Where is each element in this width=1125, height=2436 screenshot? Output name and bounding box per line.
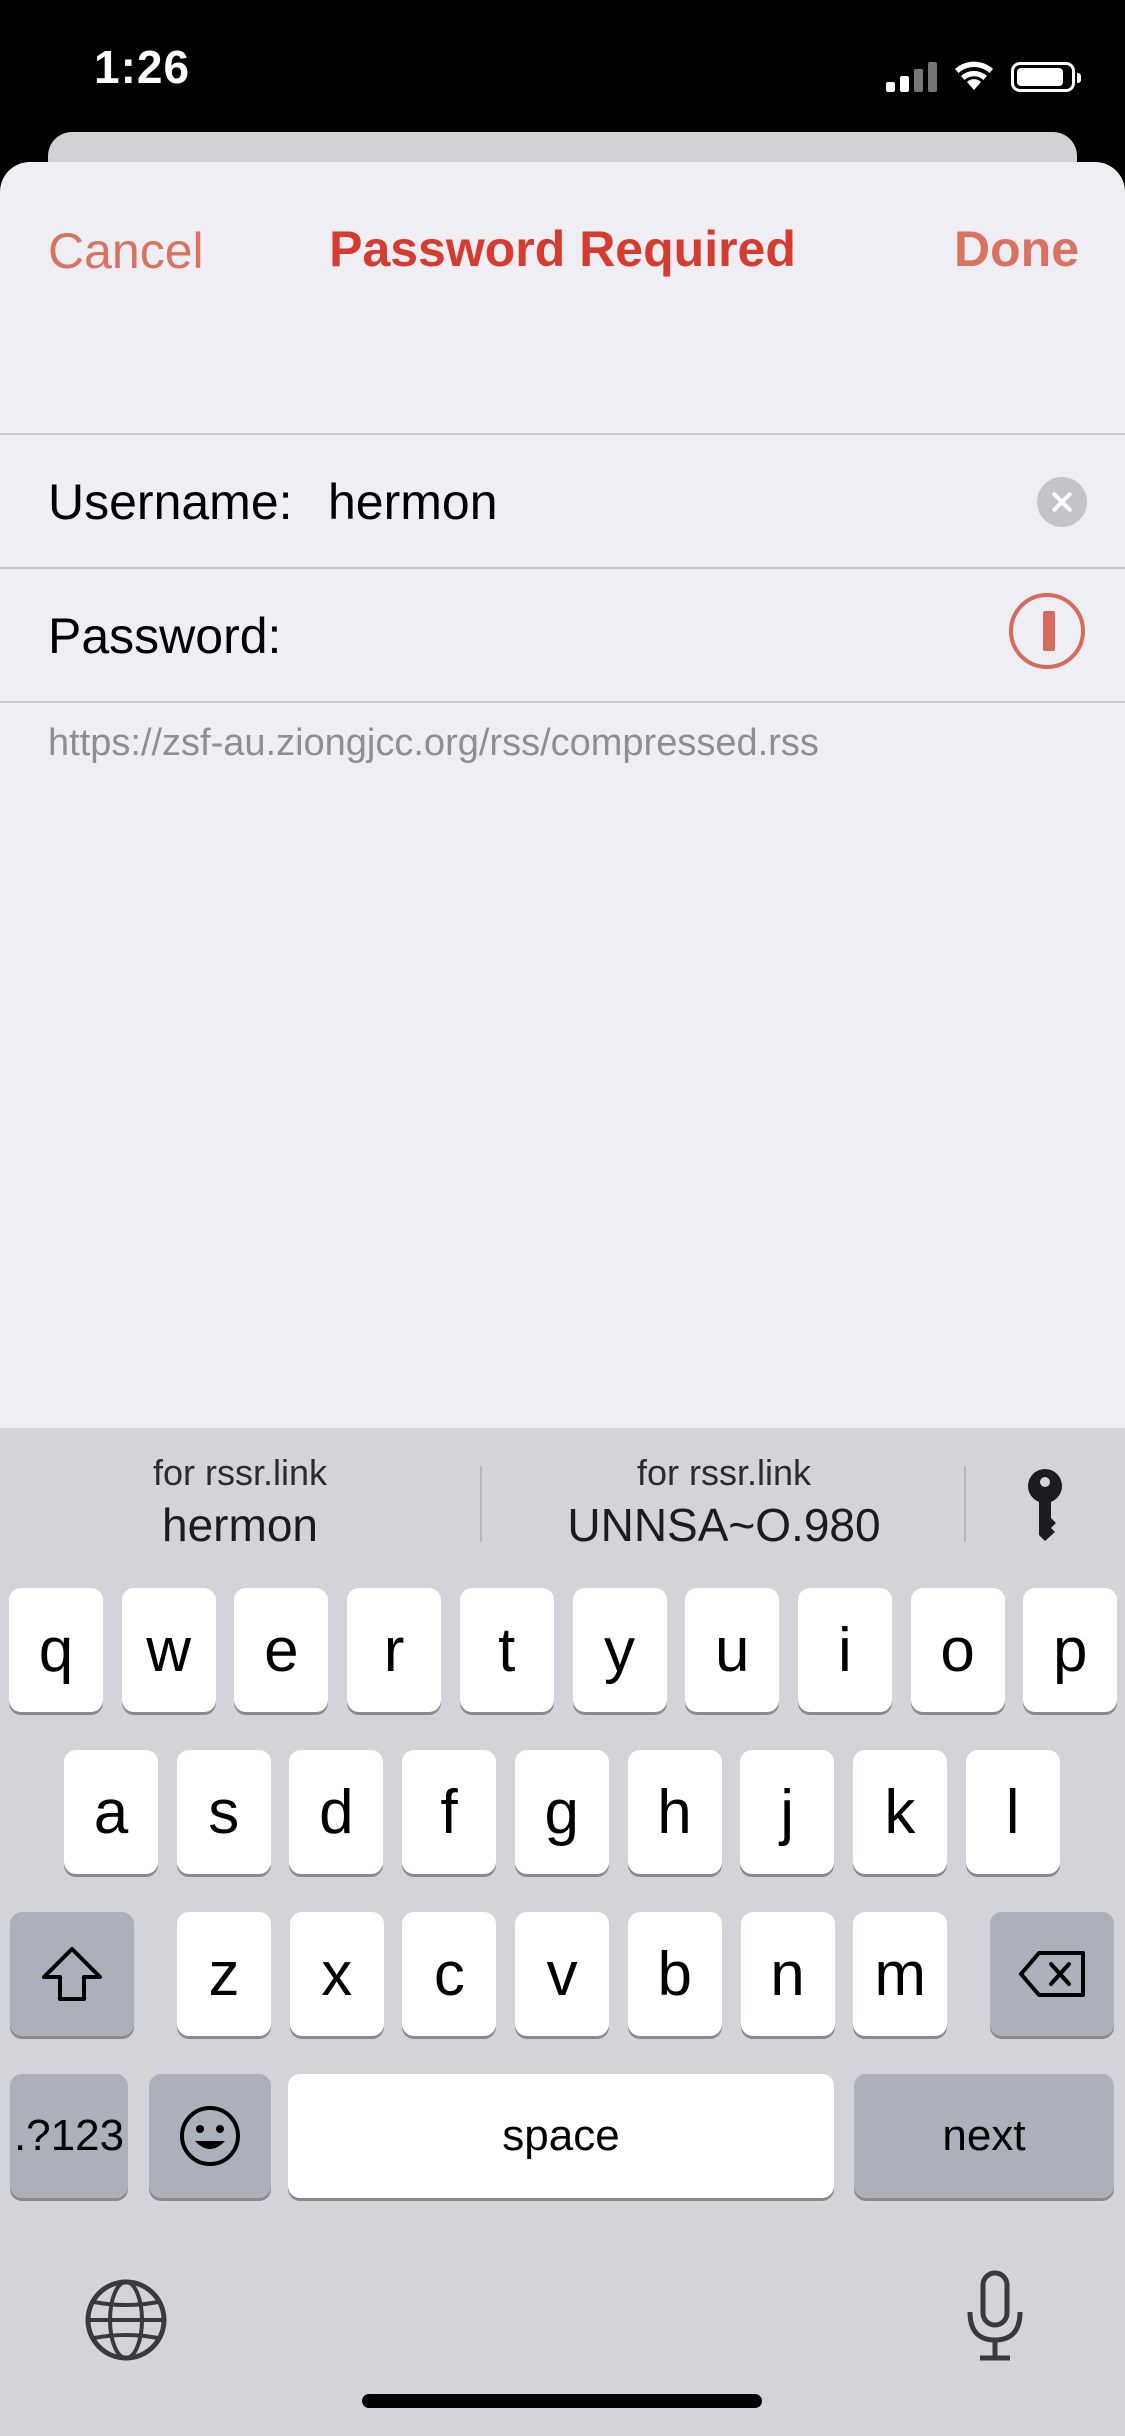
- delete-key[interactable]: [990, 1912, 1114, 2036]
- key-icon[interactable]: [1022, 1468, 1068, 1542]
- key-n[interactable]: n: [740, 1912, 835, 2036]
- key-y[interactable]: y: [572, 1588, 667, 1712]
- suggestion-password[interactable]: for rssr.link UNNSA~O.980: [484, 1452, 964, 1552]
- suggestion-divider: [964, 1466, 966, 1542]
- username-row[interactable]: Username: hermon: [0, 433, 1125, 567]
- key-d[interactable]: d: [289, 1750, 384, 1874]
- emoji-icon: [180, 2106, 240, 2166]
- wifi-icon: [955, 61, 993, 90]
- key-j[interactable]: j: [740, 1750, 835, 1874]
- key-w[interactable]: w: [121, 1588, 216, 1712]
- numbers-key[interactable]: .?123: [10, 2074, 128, 2198]
- done-button[interactable]: Done: [954, 220, 1079, 278]
- suggestion-username[interactable]: for rssr.link hermon: [0, 1452, 480, 1552]
- clear-text-icon[interactable]: [1037, 477, 1087, 527]
- keyboard: for rssr.link hermon for rssr.link UNNSA…: [0, 1428, 1125, 2436]
- suggestion-value: UNNSA~O.980: [567, 1499, 881, 1551]
- key-q[interactable]: q: [9, 1588, 103, 1712]
- home-indicator: [362, 2394, 762, 2408]
- credentials-form: Username: hermon Password:: [0, 433, 1125, 703]
- key-i[interactable]: i: [797, 1588, 892, 1712]
- suggestion-site: for rssr.link: [636, 1452, 812, 1493]
- password-row[interactable]: Password:: [0, 567, 1125, 703]
- key-v[interactable]: v: [515, 1912, 610, 2036]
- key-k[interactable]: k: [852, 1750, 947, 1874]
- key-g[interactable]: g: [514, 1750, 609, 1874]
- key-t[interactable]: t: [459, 1588, 554, 1712]
- key-z[interactable]: z: [177, 1912, 271, 2036]
- password-label: Password:: [48, 608, 282, 664]
- cellular-signal-icon: [886, 58, 937, 92]
- key-l[interactable]: l: [965, 1750, 1060, 1874]
- suggestion-value: hermon: [162, 1499, 318, 1551]
- status-icons: [886, 52, 1081, 92]
- key-e[interactable]: e: [234, 1588, 329, 1712]
- key-c[interactable]: c: [402, 1912, 497, 2036]
- key-x[interactable]: x: [289, 1912, 384, 2036]
- status-time: 1:26: [94, 41, 191, 93]
- battery-icon: [1011, 62, 1081, 92]
- key-p[interactable]: p: [1023, 1588, 1118, 1712]
- key-b[interactable]: b: [627, 1912, 722, 2036]
- key-s[interactable]: s: [176, 1750, 271, 1874]
- microphone-icon[interactable]: [964, 2270, 1026, 2362]
- next-key[interactable]: next: [854, 2074, 1114, 2198]
- key-h[interactable]: h: [627, 1750, 722, 1874]
- space-key[interactable]: space: [288, 2074, 834, 2198]
- key-o[interactable]: o: [910, 1588, 1005, 1712]
- key-m[interactable]: m: [853, 1912, 948, 2036]
- shift-icon: [42, 1947, 102, 2001]
- password-manager-icon[interactable]: [1009, 593, 1085, 669]
- globe-icon[interactable]: [84, 2278, 168, 2362]
- backspace-icon: [1019, 1951, 1085, 1997]
- navigation-bar: Cancel Password Required Done: [0, 162, 1125, 279]
- username-label: Username:: [48, 474, 293, 530]
- emoji-key[interactable]: [149, 2074, 271, 2198]
- shift-key[interactable]: [10, 1912, 134, 2036]
- status-bar: 1:26: [0, 0, 1125, 135]
- key-r[interactable]: r: [347, 1588, 442, 1712]
- username-field[interactable]: hermon: [328, 473, 498, 531]
- key-f[interactable]: f: [402, 1750, 497, 1874]
- autofill-suggestion-bar: for rssr.link hermon for rssr.link UNNSA…: [0, 1428, 1125, 1578]
- suggestion-divider: [480, 1466, 482, 1542]
- feed-url: https://zsf-au.ziongjcc.org/rss/compress…: [48, 722, 819, 764]
- key-u[interactable]: u: [685, 1588, 780, 1712]
- key-a[interactable]: a: [64, 1750, 158, 1874]
- suggestion-site: for rssr.link: [152, 1452, 328, 1493]
